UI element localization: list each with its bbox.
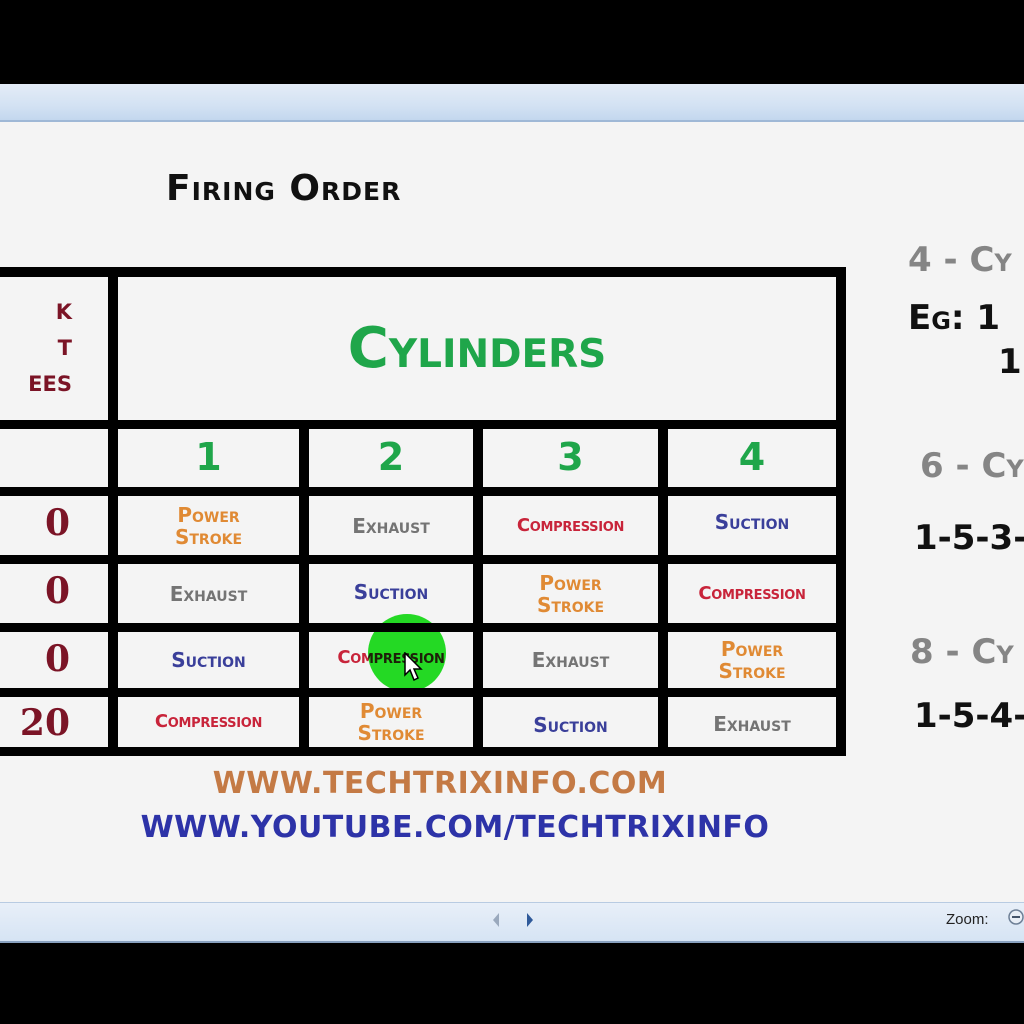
grid-line bbox=[0, 420, 846, 429]
crank-angle-header-line: ees bbox=[28, 364, 72, 399]
zoom-out-icon[interactable] bbox=[1006, 908, 1024, 930]
stroke-cell-line: Power bbox=[359, 699, 423, 723]
stroke-cell: Suction bbox=[353, 580, 429, 604]
stroke-cell-line: Stroke bbox=[174, 524, 243, 549]
cylinder-number: 1 bbox=[195, 435, 222, 480]
grid-line bbox=[0, 688, 846, 697]
crank-angle-value: 0 bbox=[44, 570, 70, 612]
grid-line bbox=[299, 420, 309, 756]
crank-angle-header-line: t bbox=[57, 328, 72, 363]
grid-line bbox=[0, 555, 846, 564]
crank-angle-header: k t ees bbox=[0, 292, 72, 400]
stroke-cell-line: Stroke bbox=[718, 659, 786, 683]
zoom-label: Zoom: bbox=[946, 911, 989, 928]
grid-line bbox=[0, 487, 846, 496]
grid-line bbox=[473, 420, 483, 756]
grid-line bbox=[0, 267, 846, 277]
stroke-cell: Compression bbox=[154, 711, 263, 733]
stroke-cell-line: Power bbox=[539, 570, 602, 595]
slide-title: Firing Order bbox=[166, 168, 402, 209]
cylinder-number: 4 bbox=[738, 435, 766, 480]
grid-line bbox=[108, 267, 118, 756]
stroke-cell: Exhaust bbox=[531, 648, 610, 672]
six-cylinder-heading: 6 - Cy bbox=[920, 446, 1024, 486]
stroke-cell-line: Stroke bbox=[357, 721, 425, 745]
eight-cylinder-order: 1-5-4- bbox=[914, 696, 1024, 736]
crank-angle-value: 20 bbox=[19, 702, 70, 744]
viewer-status-bar bbox=[0, 902, 1024, 943]
cylinders-header: Cylinders bbox=[347, 315, 607, 381]
mouse-pointer-icon bbox=[404, 652, 423, 682]
arrow-left-icon[interactable] bbox=[490, 911, 502, 929]
eight-cylinder-heading: 8 - Cy bbox=[910, 632, 1014, 672]
website-url: WWW.TECHTRIXINFO.COM bbox=[212, 766, 668, 801]
cylinder-number: 2 bbox=[377, 435, 405, 480]
stroke-cell: Compression bbox=[516, 514, 625, 536]
youtube-url: WWW.YOUTUBE.COM/TECHTRIXINFO bbox=[140, 810, 770, 845]
stroke-cell: Compression bbox=[698, 582, 806, 604]
crank-angle-header-line: k bbox=[55, 292, 72, 327]
arrow-right-icon[interactable] bbox=[524, 911, 536, 929]
grid-line bbox=[836, 267, 846, 756]
stroke-cell-line: Power bbox=[177, 502, 240, 527]
crank-angle-value: 0 bbox=[44, 638, 70, 680]
stroke-cell: Power Stroke bbox=[483, 564, 658, 623]
stroke-cell: Power Stroke bbox=[668, 632, 836, 688]
crank-angle-value: 0 bbox=[44, 502, 70, 544]
stroke-cell: Suction bbox=[533, 713, 608, 737]
cylinder-number: 3 bbox=[557, 435, 584, 480]
stroke-cell: Suction bbox=[171, 648, 246, 672]
four-cylinder-example: Eg: 1 bbox=[908, 298, 1001, 338]
stroke-cell: Exhaust bbox=[352, 513, 430, 538]
stroke-cell: Power Stroke bbox=[118, 496, 299, 555]
grid-line bbox=[658, 420, 668, 756]
stroke-cell-line: Power bbox=[720, 637, 784, 661]
four-cylinder-example-line2: 1 bbox=[998, 342, 1022, 382]
four-cylinder-heading: 4 - Cy bbox=[908, 240, 1012, 280]
stroke-cell: Suction bbox=[714, 510, 790, 534]
stroke-cell: Exhaust bbox=[169, 581, 248, 606]
viewer-title-bar bbox=[0, 84, 1024, 122]
stroke-cell-line: Stroke bbox=[536, 592, 605, 617]
stroke-cell: Exhaust bbox=[713, 712, 791, 736]
stroke-cell: Power Stroke bbox=[309, 697, 473, 747]
six-cylinder-order: 1-5-3- bbox=[914, 518, 1024, 558]
